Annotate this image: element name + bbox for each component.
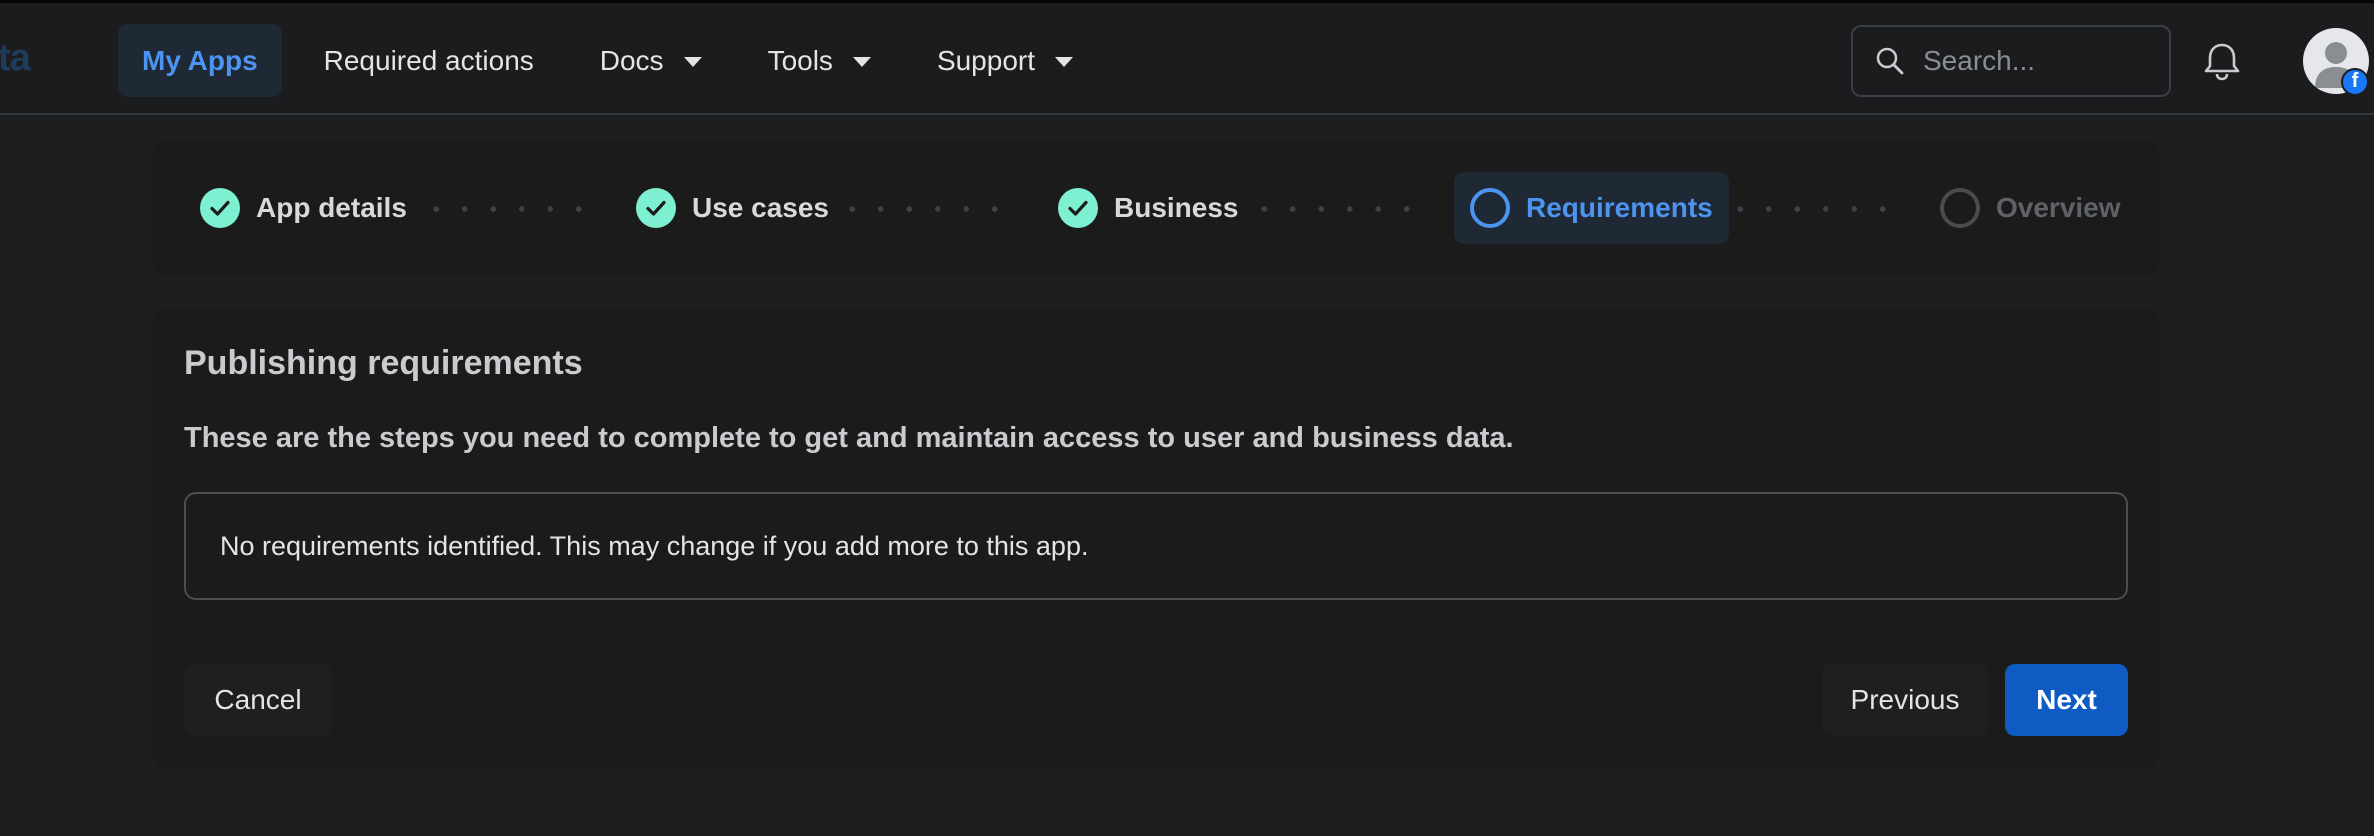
nav-docs[interactable]: Docs: [576, 24, 726, 97]
nav-tools[interactable]: Tools: [744, 24, 895, 97]
step-connector: [838, 206, 1008, 212]
step-label: App details: [256, 192, 407, 223]
search-box[interactable]: [1851, 25, 2171, 97]
caret-down-icon: [683, 56, 702, 67]
pending-step-ring-icon: [1940, 188, 1980, 228]
step-connector: [422, 206, 587, 212]
nav-my-apps-label: My Apps: [142, 44, 258, 76]
nav-tools-label: Tools: [767, 44, 833, 76]
caret-down-icon: [852, 56, 871, 67]
previous-button[interactable]: Previous: [1822, 664, 1988, 736]
main-nav: My Apps Required actions Docs Tools Supp…: [118, 24, 1115, 97]
card-subtitle: These are the steps you need to complete…: [184, 422, 1514, 454]
bell-icon[interactable]: [2200, 39, 2244, 83]
checkmark-icon: [200, 188, 240, 228]
cancel-button[interactable]: Cancel: [184, 664, 332, 736]
next-button[interactable]: Next: [2005, 664, 2128, 736]
step-business[interactable]: Business: [1058, 172, 1239, 244]
search-input[interactable]: [1923, 45, 2163, 77]
caret-down-icon: [1055, 56, 1074, 67]
nav-support-label: Support: [936, 44, 1036, 76]
nav-my-apps[interactable]: My Apps: [118, 24, 282, 97]
step-label: Business: [1114, 192, 1239, 223]
top-navigation-bar: ta My Apps Required actions Docs Tools S…: [0, 0, 2374, 115]
step-requirements[interactable]: Requirements: [1454, 172, 1729, 244]
step-app-details[interactable]: App details: [200, 172, 407, 244]
notice-text: No requirements identified. This may cha…: [220, 530, 1089, 561]
checkmark-icon: [1058, 188, 1098, 228]
step-use-cases[interactable]: Use cases: [636, 172, 829, 244]
checkmark-icon: [636, 188, 676, 228]
step-label: Use cases: [692, 192, 830, 223]
nav-support[interactable]: Support: [913, 24, 1097, 97]
nav-required-actions[interactable]: Required actions: [300, 24, 558, 97]
search-icon: [1876, 47, 1904, 75]
step-connector: [1726, 206, 1906, 212]
current-step-ring-icon: [1470, 188, 1510, 228]
step-connector: [1250, 206, 1410, 212]
requirements-notice: No requirements identified. This may cha…: [184, 492, 2128, 600]
requirements-card: Publishing requirements These are the st…: [152, 308, 2160, 768]
card-title: Publishing requirements: [184, 344, 583, 382]
facebook-badge-icon: f: [2341, 68, 2369, 96]
step-label: Requirements: [1526, 192, 1713, 223]
step-overview[interactable]: Overview: [1940, 172, 2121, 244]
nav-required-actions-label: Required actions: [323, 44, 534, 76]
nav-docs-label: Docs: [599, 44, 664, 76]
progress-stepper: App details Use cases Business Requireme…: [152, 140, 2160, 276]
step-label: Overview: [1996, 192, 2121, 223]
meta-logo[interactable]: ta: [0, 37, 31, 80]
